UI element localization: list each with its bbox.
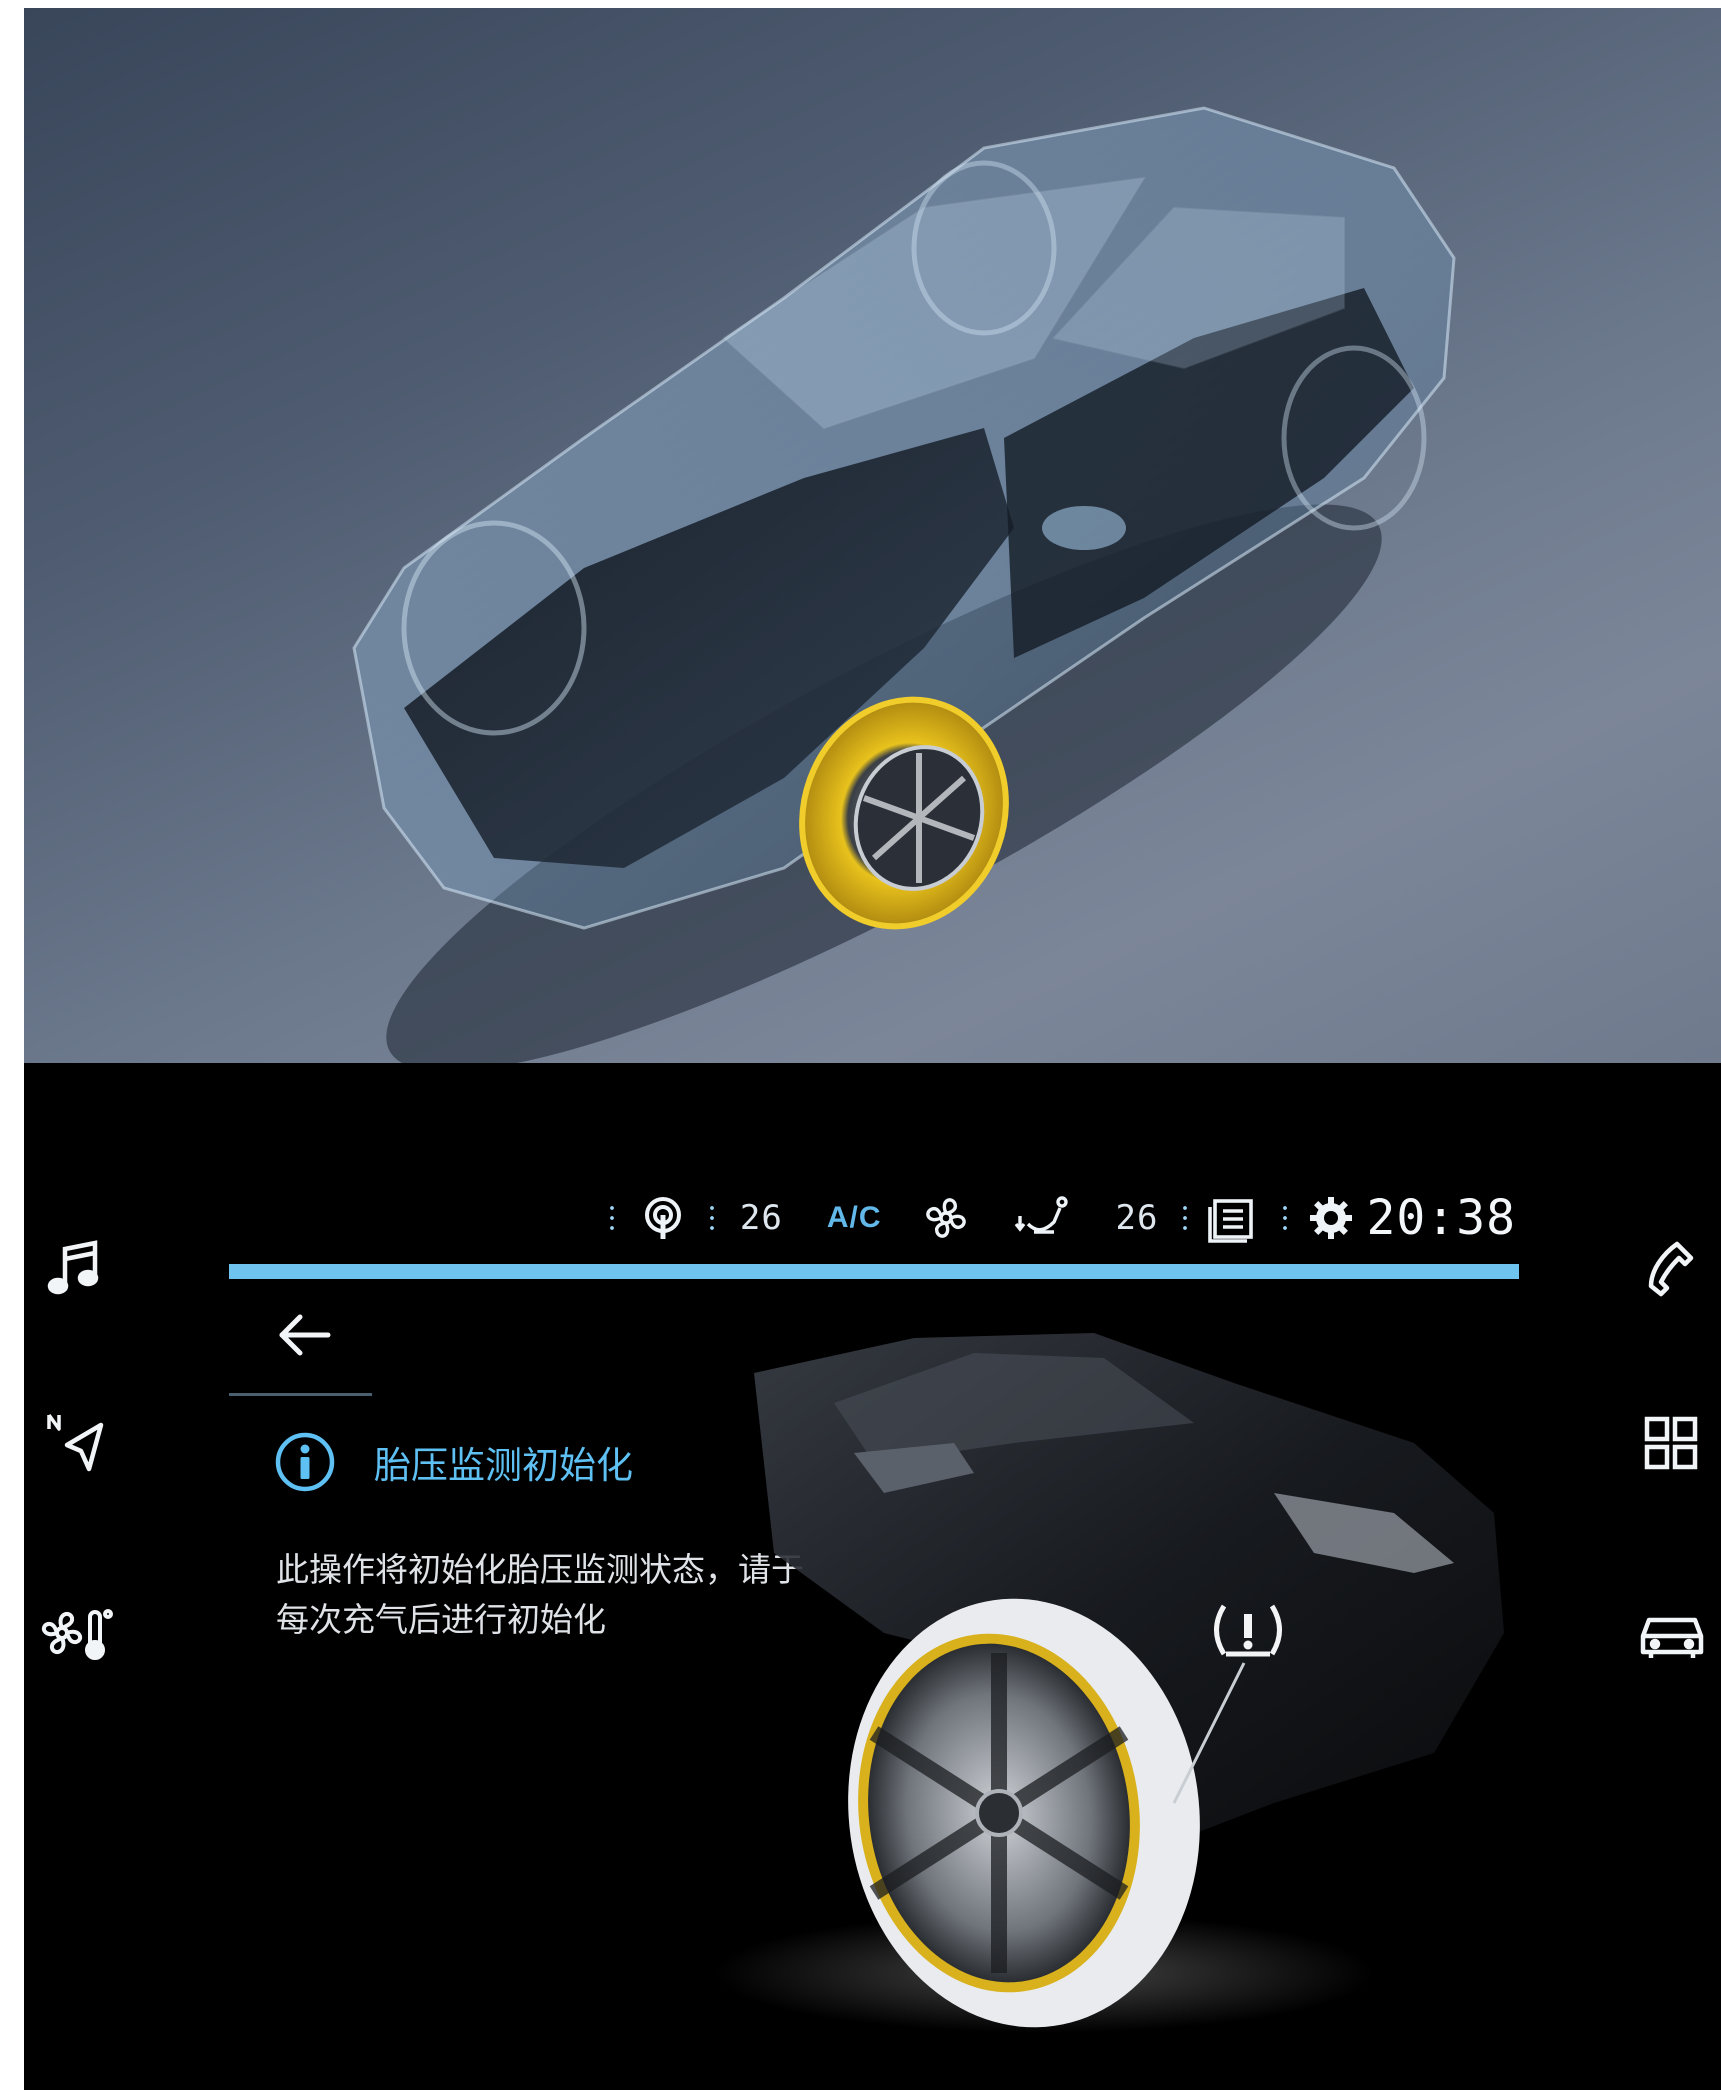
apps-button[interactable] <box>1636 1408 1706 1478</box>
menu-list-icon[interactable] <box>1207 1193 1259 1243</box>
climate-button[interactable] <box>38 1598 118 1668</box>
temperature-left[interactable]: 26 <box>740 1198 783 1238</box>
back-arrow-icon <box>279 1314 331 1356</box>
phone-icon <box>1648 1241 1694 1297</box>
hero-image <box>24 8 1721 1063</box>
status-bar: 26 A/C 26 20:38 <box>586 1190 1516 1246</box>
header-accent-bar <box>229 1264 1519 1279</box>
ac-label[interactable]: A/C <box>827 1201 882 1235</box>
car-icon <box>1640 1617 1704 1658</box>
infotainment-screen: 26 A/C 26 20:38 胎压监测初始化 此操作将初始化胎压监测状态，请于… <box>24 1063 1721 2090</box>
phone-button[interactable] <box>1636 1233 1706 1303</box>
navigation-icon <box>47 1413 104 1472</box>
settings-icon[interactable] <box>1307 1194 1355 1242</box>
navigation-button[interactable] <box>42 1408 112 1478</box>
music-button[interactable] <box>42 1233 108 1303</box>
vehicle-button[interactable] <box>1634 1598 1710 1668</box>
back-button[interactable] <box>264 1300 344 1370</box>
separator <box>1182 1203 1187 1233</box>
separator <box>709 1203 714 1233</box>
info-heading: 胎压监测初始化 <box>274 1431 633 1493</box>
back-underline <box>229 1393 372 1396</box>
seat-heat-icon[interactable] <box>1014 1194 1072 1242</box>
climate-icon <box>41 1609 113 1660</box>
transparent-car-illustration <box>352 106 1456 1063</box>
temperature-right[interactable]: 26 <box>1116 1198 1159 1238</box>
car-tire-illustration <box>714 1333 1504 2033</box>
radio-icon[interactable] <box>640 1195 686 1241</box>
music-note-icon <box>47 1240 99 1295</box>
separator <box>1282 1203 1287 1233</box>
info-icon <box>275 1432 335 1492</box>
separator <box>609 1203 614 1233</box>
apps-grid-icon <box>1644 1416 1698 1470</box>
page-title: 胎压监测初始化 <box>374 1444 633 1487</box>
fan-icon[interactable] <box>922 1194 970 1242</box>
clock: 20:38 <box>1366 1190 1516 1246</box>
